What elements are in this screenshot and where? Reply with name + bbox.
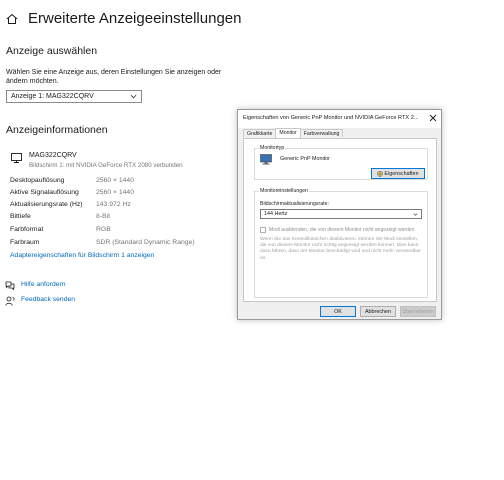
- refresh-rate-label: Bildschirmaktualisierungsrate:: [260, 201, 329, 207]
- properties-button[interactable]: Eigenschaften: [371, 168, 425, 179]
- cancel-button[interactable]: Abbrechen: [360, 306, 396, 317]
- ok-button[interactable]: OK: [320, 306, 356, 317]
- info-value-signal-resolution: 2560 × 1440: [96, 189, 134, 196]
- feedback-icon: [5, 296, 15, 306]
- hide-modes-checkbox[interactable]: [260, 227, 266, 233]
- info-value-bit-depth: 8-Bit: [96, 213, 110, 220]
- info-value-color-format: RGB: [96, 226, 111, 233]
- monitor-settings-group-title: Monitoreinstellungen: [259, 188, 309, 194]
- chevron-down-icon: [130, 94, 137, 99]
- hide-modes-label: Modi ausblenden, die von diesem Monitor …: [269, 227, 415, 233]
- properties-button-label: Eigenschaften: [384, 170, 419, 177]
- monitor-type-group-title: Monitortyp: [259, 145, 286, 151]
- display-select-value: Anzeige 1: MAG322CQRV: [11, 93, 94, 100]
- monitor-icon: [11, 153, 22, 163]
- dialog-tabs: Grafikkarte Monitor Farbverwaltung: [243, 128, 344, 138]
- get-help-link[interactable]: Hilfe anfordern: [21, 281, 66, 288]
- info-value-color-space: SDR (Standard Dynamic Range): [96, 239, 195, 246]
- info-label-signal-resolution: Aktive Signalauflösung: [10, 189, 79, 196]
- close-icon[interactable]: [429, 114, 437, 122]
- info-value-refresh-rate: 143.972 Hz: [96, 201, 131, 208]
- shield-icon: [377, 170, 384, 177]
- page-title: Erweiterte Anzeigeeinstellungen: [28, 10, 242, 27]
- tab-farbverwaltung[interactable]: Farbverwaltung: [299, 129, 344, 137]
- monitor-icon: [260, 154, 272, 165]
- warning-text: Wenn Sie das Kontrollkästchen deaktivier…: [260, 237, 421, 261]
- monitor-type-group: Monitortyp Generic PnP Monitor Eigenscha…: [254, 145, 428, 180]
- monitor-subtitle: Bildschirm 1: mit NVIDIA GeForce RTX 208…: [29, 162, 183, 169]
- refresh-rate-value: 144 Hertz: [264, 211, 288, 217]
- info-label-bit-depth: Bittiefe: [10, 213, 31, 220]
- properties-dialog: Eigenschaften von Generic PnP Monitor un…: [237, 109, 442, 320]
- display-select[interactable]: Anzeige 1: MAG322CQRV: [6, 90, 142, 103]
- apply-button[interactable]: Übernehmen: [400, 306, 436, 317]
- info-label-color-space: Farbraum: [10, 239, 40, 246]
- home-icon[interactable]: [6, 13, 18, 25]
- select-display-heading: Anzeige auswählen: [6, 45, 98, 57]
- tab-grafikkarte[interactable]: Grafikkarte: [243, 129, 277, 137]
- display-info-heading: Anzeigeinformationen: [6, 124, 108, 136]
- refresh-rate-select[interactable]: 144 Hertz: [260, 209, 422, 219]
- info-label-desktop-resolution: Desktopauflösung: [10, 177, 65, 184]
- monitor-type-name: Generic PnP Monitor: [280, 156, 330, 162]
- monitor-tab-panel: Monitortyp Generic PnP Monitor Eigenscha…: [243, 138, 437, 302]
- select-display-description: Wählen Sie eine Anzeige aus, deren Einst…: [6, 69, 222, 85]
- monitor-name: MAG322CQRV: [29, 152, 77, 159]
- send-feedback-link[interactable]: Feedback senden: [21, 296, 75, 303]
- adapter-properties-link[interactable]: Adaptereigenschaften für Bildschirm 1 an…: [10, 252, 154, 259]
- info-label-color-format: Farbformat: [10, 226, 44, 233]
- dialog-titlebar[interactable]: Eigenschaften von Generic PnP Monitor un…: [238, 110, 441, 128]
- monitor-settings-group: Monitoreinstellungen Bildschirmaktualisi…: [254, 188, 428, 298]
- tab-monitor[interactable]: Monitor: [275, 128, 301, 138]
- dialog-title: Eigenschaften von Generic PnP Monitor un…: [243, 115, 419, 121]
- chevron-down-icon: [413, 213, 418, 216]
- page-header: Erweiterte Anzeigeeinstellungen: [6, 10, 241, 27]
- info-value-desktop-resolution: 2560 × 1440: [96, 177, 134, 184]
- help-icon: [5, 281, 15, 290]
- info-label-refresh-rate: Aktualisierungsrate (Hz): [10, 201, 83, 208]
